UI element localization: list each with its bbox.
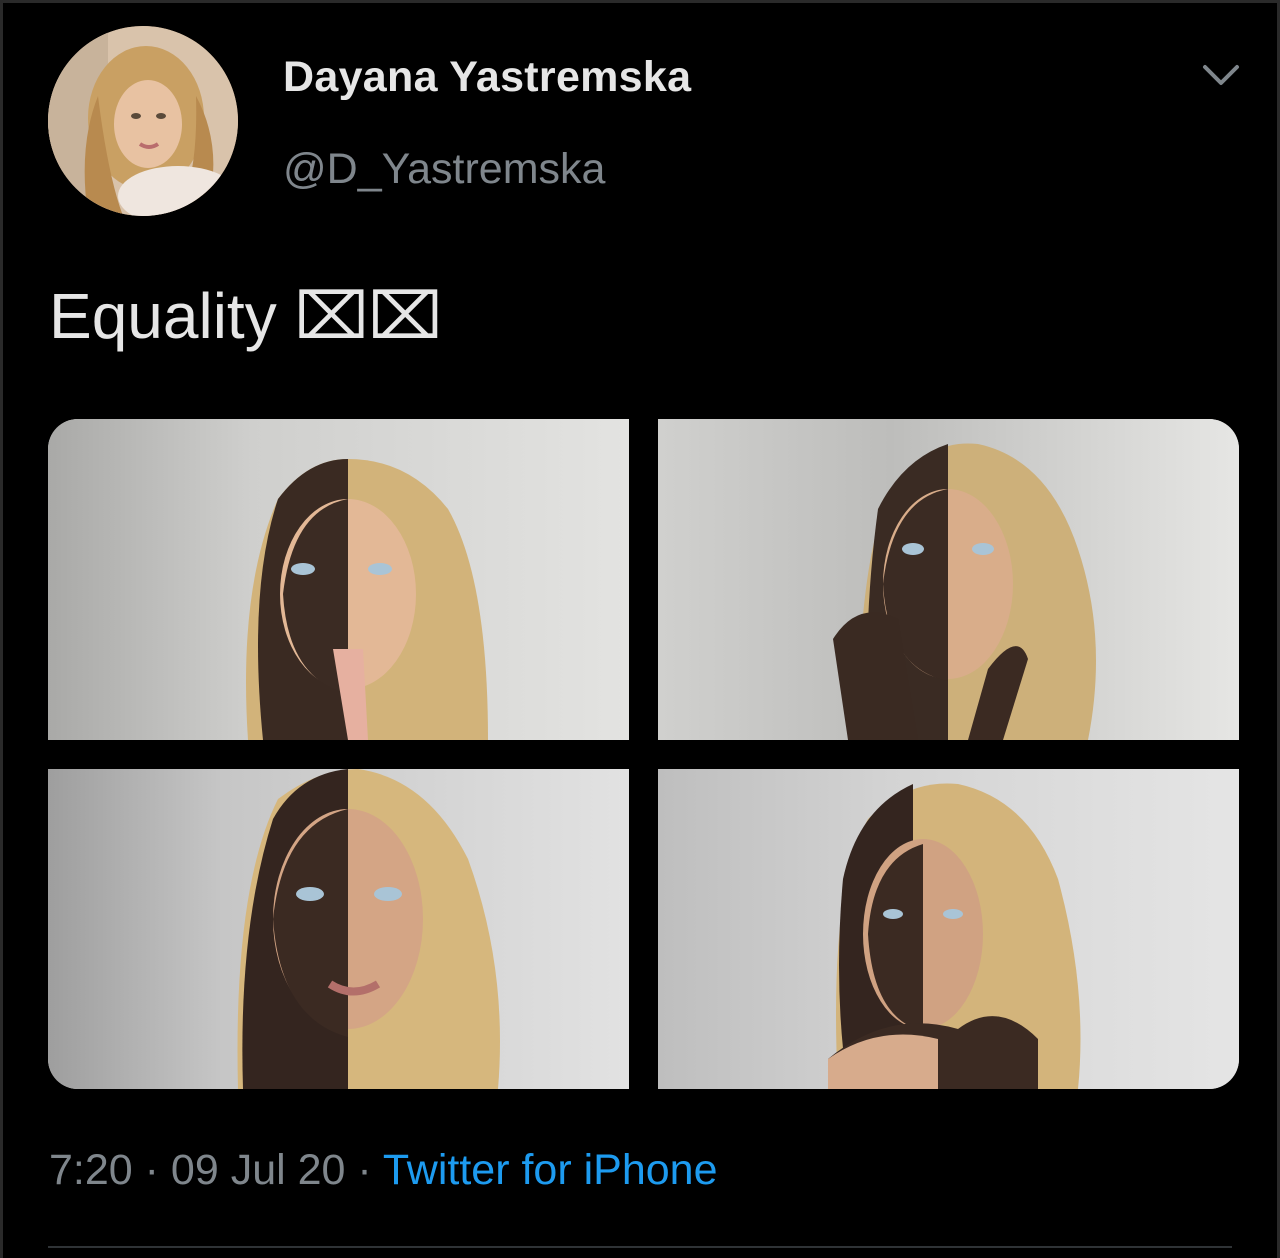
tweet-source-link[interactable]: Twitter for iPhone [383, 1146, 718, 1194]
tweet-date[interactable]: 09 Jul 20 [171, 1146, 346, 1194]
tweet-detail: Dayana Yastremska @D_Yastremska Equality… [0, 0, 1280, 1258]
media-photo-4[interactable] [658, 769, 1239, 1089]
tweet-time[interactable]: 7:20 [49, 1146, 133, 1194]
meta-separator: · [132, 1146, 171, 1194]
chevron-down-icon[interactable] [1199, 61, 1243, 91]
user-handle[interactable]: @D_Yastremska [283, 145, 605, 194]
media-photo-2[interactable] [658, 419, 1239, 740]
divider [48, 1246, 1232, 1248]
media-photo-1[interactable] [48, 419, 629, 740]
avatar-image [48, 26, 238, 216]
display-name[interactable]: Dayana Yastremska [283, 53, 691, 102]
avatar[interactable] [48, 26, 238, 216]
tweet-text: Equality ⌧⌧ [49, 280, 442, 352]
tweet-meta: 7:20 · 09 Jul 20 · Twitter for iPhone [49, 1146, 717, 1195]
media-photo-3[interactable] [48, 769, 629, 1089]
meta-separator: · [345, 1146, 383, 1194]
media-grid [48, 419, 1239, 1089]
